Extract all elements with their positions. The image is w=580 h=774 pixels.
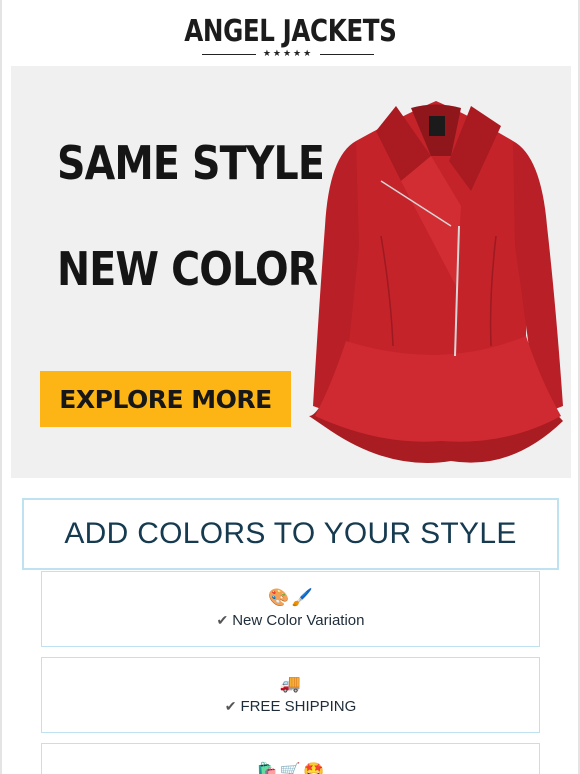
- feature-card-free-shipping: 🚚 ✔ FREE SHIPPING: [41, 657, 540, 733]
- red-jacket-image: [309, 101, 563, 463]
- logo-stars: ★★★★★: [262, 48, 314, 58]
- star-struck-icon: 🤩: [303, 762, 325, 774]
- feature-row: ✔ FREE SHIPPING: [225, 698, 357, 716]
- explore-more-button[interactable]: EXPLORE MORE: [40, 371, 291, 427]
- checkmark-icon: ✔: [224, 698, 237, 714]
- logo-stars-row: ★★★★★: [0, 48, 580, 60]
- feature-icons: 🛍️ 🛒 🤩: [257, 762, 325, 774]
- logo-divider-right: [320, 54, 374, 55]
- cart-icon: 🛒: [279, 762, 302, 774]
- palette-icon: 🎨: [268, 588, 290, 607]
- feature-card-shopping: 🛍️ 🛒 🤩: [41, 743, 540, 774]
- feature-icons: 🎨 🖌️: [268, 588, 312, 608]
- feature-card-color-variation: 🎨 🖌️ ✔ New Color Variation: [41, 571, 540, 647]
- brand-name: ANGEL JACKETS: [183, 14, 397, 49]
- shopping-bag-icon: 🛍️: [256, 762, 278, 774]
- feature-row: ✔ New Color Variation: [216, 612, 364, 630]
- hero-banner[interactable]: SAME STYLE NEW COLOR EXPLORE MORE: [11, 66, 571, 478]
- truck-icon: 🚚: [279, 674, 302, 693]
- brand-logo[interactable]: ANGEL JACKETS: [0, 14, 580, 49]
- feature-label: New Color Variation: [232, 612, 365, 629]
- section-title: ADD COLORS TO YOUR STYLE: [64, 517, 517, 550]
- section-title-box: ADD COLORS TO YOUR STYLE: [22, 498, 559, 570]
- headline-same-style: SAME STYLE: [57, 136, 325, 190]
- checkmark-icon: ✔: [216, 612, 229, 628]
- logo-divider-left: [202, 54, 256, 55]
- feature-label: FREE SHIPPING: [240, 698, 357, 715]
- feature-icons: 🚚: [280, 674, 301, 694]
- headline-new-color: NEW COLOR: [57, 242, 318, 296]
- brush-icon: 🖌️: [291, 588, 313, 607]
